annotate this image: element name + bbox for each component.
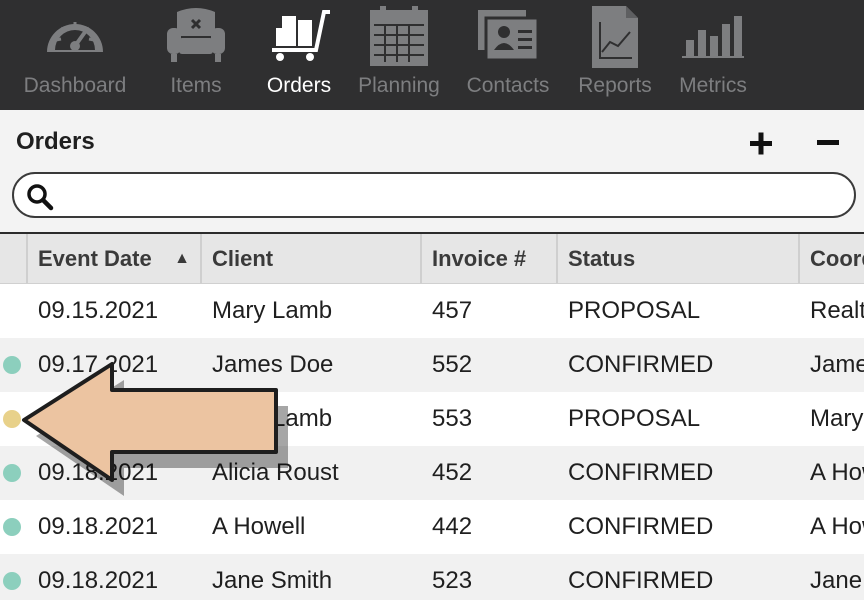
cell-status: PROPOSAL	[568, 405, 701, 432]
cell-event-date: 09.17.2021	[38, 405, 159, 432]
cell-client: James Doe	[212, 351, 334, 378]
cell-status: CONFIRMED	[568, 567, 714, 594]
add-order-button[interactable]	[741, 124, 781, 164]
nav-label-metrics: Metrics	[679, 74, 747, 97]
nav-item-planning[interactable]: Planning	[352, 0, 446, 110]
table-row[interactable]: 09.15.2021 Mary Lamb 457 PROPOSAL Realtor	[0, 284, 864, 338]
column-header-invoice[interactable]: Invoice #	[420, 234, 556, 284]
bar-chart-icon	[682, 6, 744, 69]
nav-item-metrics[interactable]: Metrics	[670, 0, 756, 110]
search-field[interactable]	[12, 172, 856, 218]
table-row[interactable]: 09.18.2021 A Howell 442 CONFIRMED A Howell	[0, 500, 864, 554]
cell-status: CONFIRMED	[568, 459, 714, 486]
table-row[interactable]: 09.17.2021 James Doe 552 CONFIRMED James Doe	[0, 338, 864, 392]
column-header-label: Status	[568, 246, 636, 271]
cell-invoice: 553	[432, 405, 473, 432]
cell-event-date: 09.18.2021	[38, 567, 159, 594]
table-row[interactable]: 09.18.2021 Jane Smith 523 CONFIRMED Jane Smi…	[0, 554, 864, 600]
status-dot-icon	[3, 518, 21, 536]
nav-label-contacts: Contacts	[466, 74, 550, 97]
plus-icon	[750, 132, 772, 155]
column-header-coordinator[interactable]: Coordinator	[798, 234, 864, 284]
cell-status: CONFIRMED	[568, 513, 714, 540]
nav-label-items: Items	[170, 74, 222, 97]
cell-client: Jane Smith	[212, 567, 333, 594]
cell-status: CONFIRMED	[568, 351, 714, 378]
cell-invoice: 452	[432, 459, 473, 486]
cell-invoice: 442	[432, 513, 473, 540]
cell-invoice: 552	[432, 351, 473, 378]
column-header-event-date[interactable]: Event Date ▲	[26, 234, 200, 284]
cell-event-date: 09.17.2021	[38, 351, 159, 378]
cell-client: Alicia Roust	[212, 459, 339, 486]
status-dot-icon	[3, 410, 21, 428]
orders-table: Event Date ▲ Client Invoice # Status Coo…	[0, 232, 864, 600]
column-header-label: Invoice #	[432, 246, 527, 271]
status-dot-icon	[3, 464, 21, 482]
table-header-row: Event Date ▲ Client Invoice # Status Coo…	[0, 232, 864, 284]
column-header-label: Event Date	[38, 246, 152, 271]
column-header-indicator	[0, 234, 26, 284]
cell-coordinator: A Howell	[810, 459, 864, 486]
speedometer-icon	[44, 6, 106, 65]
nav-item-items[interactable]: Items	[146, 0, 246, 110]
cell-event-date: 09.15.2021	[38, 297, 159, 324]
cart-icon	[268, 6, 330, 67]
cell-invoice: 523	[432, 567, 473, 594]
cell-client: A Howell	[212, 513, 306, 540]
nav-label-dashboard: Dashboard	[23, 74, 127, 97]
contact-card-icon	[476, 6, 540, 69]
cell-event-date: 09.18.2021	[38, 513, 159, 540]
calendar-icon	[368, 6, 430, 73]
nav-label-reports: Reports	[578, 74, 652, 97]
remove-order-button[interactable]	[808, 124, 848, 164]
nav-item-dashboard[interactable]: Dashboard	[10, 0, 140, 110]
cell-event-date: 09.18.2021	[38, 459, 159, 486]
cell-client: Mary Lamb	[212, 297, 333, 324]
column-header-status[interactable]: Status	[556, 234, 798, 284]
top-navigation-bar: Dashboard Items Orders Planning Contacts…	[0, 0, 864, 110]
cell-coordinator: Jane Smith	[810, 567, 864, 594]
cell-coordinator: Mary Lamb	[810, 405, 864, 432]
nav-label-orders: Orders	[266, 74, 332, 97]
search-icon	[26, 183, 54, 216]
page-title: Orders	[16, 128, 95, 155]
column-header-label: Client	[212, 246, 274, 271]
cell-coordinator: Realtor	[810, 297, 864, 324]
status-dot-icon	[3, 356, 21, 374]
column-header-label: Coordinator	[810, 246, 864, 271]
nav-item-reports[interactable]: Reports	[570, 0, 660, 110]
column-header-client[interactable]: Client	[200, 234, 420, 284]
armchair-icon	[165, 6, 227, 71]
status-dot-icon	[3, 572, 21, 590]
orders-header: Orders	[0, 110, 864, 232]
report-chart-icon	[590, 6, 640, 75]
cell-coordinator: A Howell	[810, 513, 864, 540]
search-input[interactable]	[62, 180, 842, 210]
nav-label-planning: Planning	[358, 74, 440, 97]
table-row[interactable]: 09.17.2021 Mary Lamb 553 PROPOSAL Mary Lamb	[0, 392, 864, 446]
sort-ascending-icon: ▲	[174, 250, 190, 267]
cell-status: PROPOSAL	[568, 297, 701, 324]
table-row[interactable]: 09.18.2021 Alicia Roust 452 CONFIRMED A Howe…	[0, 446, 864, 500]
nav-item-orders[interactable]: Orders	[256, 0, 342, 110]
nav-item-contacts[interactable]: Contacts	[458, 0, 558, 110]
cell-invoice: 457	[432, 297, 473, 324]
cell-client: Mary Lamb	[212, 405, 333, 432]
cell-coordinator: James Doe	[810, 351, 864, 378]
minus-icon	[817, 140, 839, 145]
